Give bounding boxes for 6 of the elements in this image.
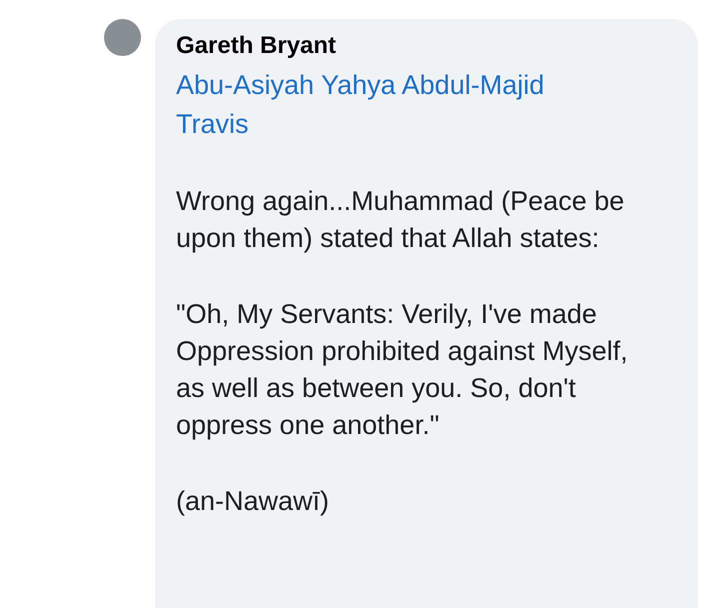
- comment-paragraph: "Oh, My Servants: Verily, I've made Oppression prohibited against Myself, as well as between you. So, don't oppress one another.": [176, 298, 629, 442]
- comment-paragraph: (an-Nawawī): [176, 485, 330, 518]
- mention-link[interactable]: Abu-Asiyah Yahya Abdul-Majid Travis: [176, 66, 616, 144]
- comment-paragraph: Wrong again...Muhammad (Peace be upon them) stated that Allah states:: [176, 185, 626, 255]
- avatar-photo-placeholder[interactable]: [104, 19, 141, 56]
- author-name[interactable]: Gareth Bryant: [176, 30, 678, 62]
